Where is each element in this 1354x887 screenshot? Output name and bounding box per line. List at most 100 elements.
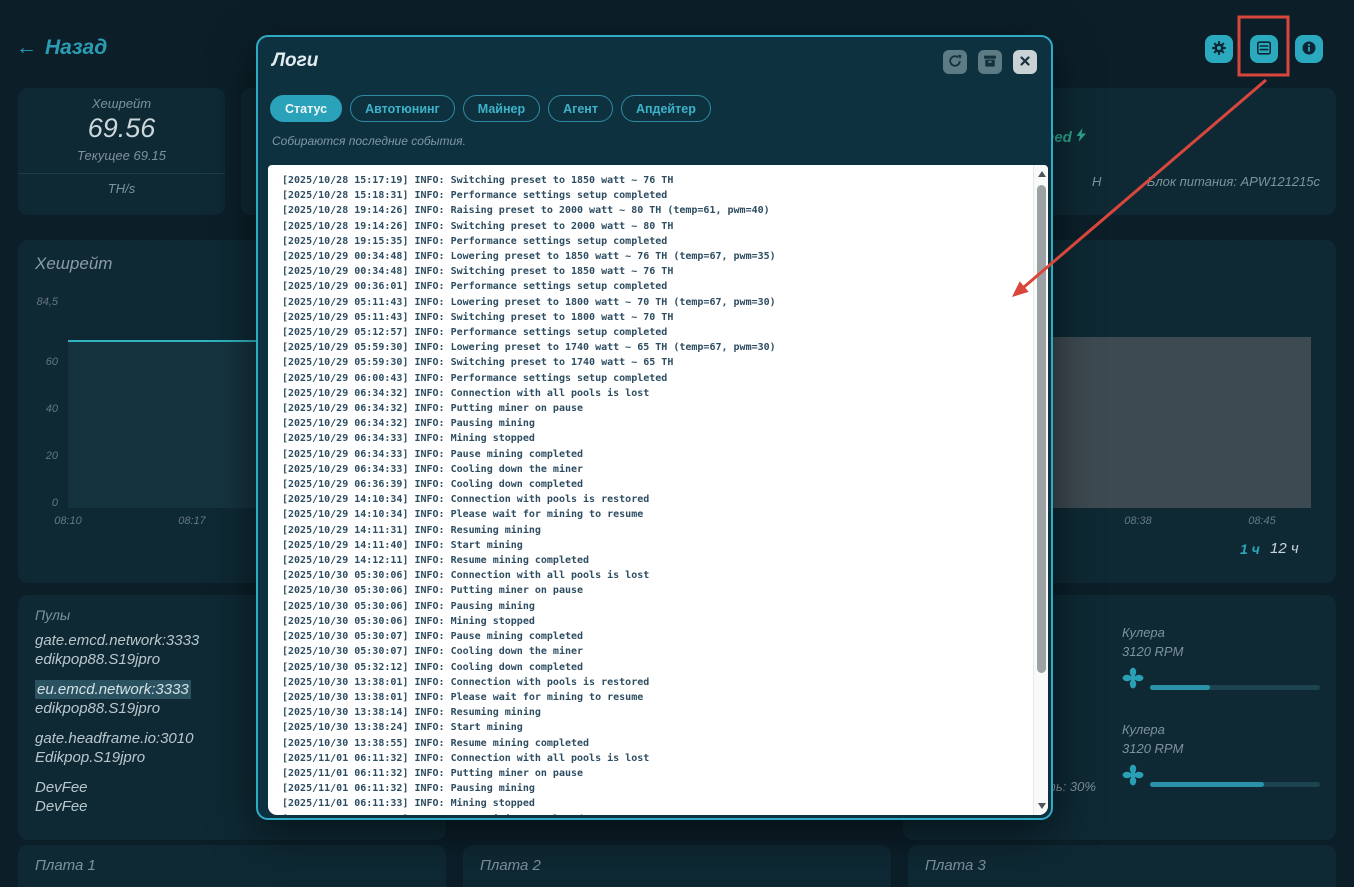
log-panel[interactable]: [2025/10/28 15:17:19] INFO: Switching pr… xyxy=(268,165,1048,815)
info-button[interactable] xyxy=(1295,35,1323,63)
log-tab[interactable]: Апдейтер xyxy=(620,95,711,122)
log-line: [2025/10/29 06:34:33] INFO: Mining stopp… xyxy=(282,433,535,445)
board-card: Плата 1 xyxy=(18,845,446,887)
log-line: [2025/10/29 06:34:33] INFO: Cooling down… xyxy=(282,463,584,475)
th-fragment: H xyxy=(1092,174,1102,189)
board-label: Плата 2 xyxy=(480,857,541,874)
log-line: [2025/10/29 14:11:40] INFO: Start mining xyxy=(282,539,523,551)
log-line: [2025/10/29 05:12:57] INFO: Performance … xyxy=(282,327,668,339)
log-tab-label: Апдейтер xyxy=(635,101,696,116)
log-line: [2025/10/29 14:11:31] INFO: Resuming min… xyxy=(282,524,541,536)
log-line: [2025/10/29 14:10:34] INFO: Connection w… xyxy=(282,494,650,506)
log-line: [2025/10/30 05:32:12] INFO: Cooling down… xyxy=(282,661,584,673)
log-line: [2025/10/29 00:36:01] INFO: Performance … xyxy=(282,281,668,293)
close-icon xyxy=(1019,55,1031,70)
log-line: [2025/10/28 15:17:19] INFO: Switching pr… xyxy=(282,175,674,186)
log-tab[interactable]: Автотюнинг xyxy=(350,95,455,122)
log-line: [2025/10/28 19:14:26] INFO: Raising pres… xyxy=(282,205,770,217)
refresh-icon xyxy=(948,54,962,71)
log-line: [2025/10/29 00:34:48] INFO: Switching pr… xyxy=(282,266,674,278)
board-label: Плата 3 xyxy=(925,857,986,874)
settings-button[interactable] xyxy=(1205,35,1233,63)
log-line: [2025/10/29 06:36:39] INFO: Cooling down… xyxy=(282,479,584,491)
lightning-icon xyxy=(1076,128,1087,146)
x-tick-label: 08:45 xyxy=(1248,515,1276,527)
log-line: [2025/10/30 13:38:01] INFO: Please wait … xyxy=(282,691,644,703)
miner-dashboard: ← Назад Хешрейт 69.56 Текущее 69.15 TH/s… xyxy=(0,0,1354,887)
back-link[interactable]: ← Назад xyxy=(16,36,107,60)
cooler-label: Кулера xyxy=(1122,722,1165,737)
fan-speed-bar xyxy=(1150,782,1320,787)
modal-title: Логи xyxy=(272,50,319,71)
log-line: [2025/10/30 05:30:06] INFO: Mining stopp… xyxy=(282,615,535,627)
log-line: [2025/11/01 06:11:33] INFO: Mining stopp… xyxy=(282,798,535,810)
y-tick-label: 0 xyxy=(51,497,58,509)
log-line: [2025/10/30 13:38:24] INFO: Start mining xyxy=(282,722,523,734)
log-tab-label: Автотюнинг xyxy=(365,101,440,116)
board-card: Плата 3 xyxy=(908,845,1336,887)
back-label: Назад xyxy=(45,36,108,59)
log-lines: [2025/10/28 15:17:19] INFO: Switching pr… xyxy=(268,165,1032,815)
log-line: [2025/10/30 05:30:07] INFO: Pause mining… xyxy=(282,631,584,643)
log-line: [2025/10/29 06:34:32] INFO: Putting mine… xyxy=(282,403,584,415)
chart-area-fill-left xyxy=(68,340,256,508)
boards-row: Плата 1 Плата 2 Плата 3 xyxy=(18,845,1336,887)
log-line: [2025/10/29 05:11:43] INFO: Switching pr… xyxy=(282,311,674,323)
cooler-item: Кулера 3120 RPM xyxy=(1122,625,1322,694)
log-line: [2025/10/29 14:10:34] INFO: Please wait … xyxy=(282,509,644,521)
scrollbar[interactable] xyxy=(1033,165,1048,815)
board-card: Плата 2 xyxy=(463,845,891,887)
hashrate-unit: TH/s xyxy=(107,181,136,196)
log-caption: Собираются последние события. xyxy=(272,134,466,148)
refresh-button[interactable] xyxy=(943,50,967,74)
log-line: [2025/10/29 06:00:43] INFO: Performance … xyxy=(282,372,668,384)
log-tab[interactable]: Майнер xyxy=(462,95,541,122)
scrollbar-up-arrow[interactable] xyxy=(1034,167,1048,181)
log-line: [2025/11/01 06:11:32] INFO: Putting mine… xyxy=(282,767,584,779)
log-line: [2025/10/29 06:34:33] INFO: Pause mining… xyxy=(282,448,584,460)
chart-area-fill-right xyxy=(1053,337,1311,508)
logs-button[interactable] xyxy=(1250,35,1278,63)
y-tick-label: 84,5 xyxy=(36,296,58,308)
fan-speed-bar-fill xyxy=(1150,685,1210,690)
log-line: [2025/10/29 05:59:30] INFO: Switching pr… xyxy=(282,357,674,369)
chart-title: Хешрейт xyxy=(35,254,113,273)
log-line: [2025/10/29 06:34:32] INFO: Pausing mini… xyxy=(282,418,535,430)
y-tick-label: 60 xyxy=(45,356,58,368)
cooler-rpm: 3120 RPM xyxy=(1122,741,1184,756)
log-tab[interactable]: Статус xyxy=(270,95,343,122)
close-button[interactable] xyxy=(1013,50,1037,74)
range-button-12h[interactable]: 12 ч xyxy=(1270,540,1299,557)
hashrate-value: 69.56 xyxy=(87,113,156,143)
log-list-icon xyxy=(1256,40,1272,59)
log-tab-label: Статус xyxy=(285,101,328,116)
fan-speed-bar xyxy=(1150,685,1320,690)
board-label: Плата 1 xyxy=(35,857,96,874)
download-logs-button[interactable] xyxy=(978,50,1002,74)
scrollbar-down-arrow[interactable] xyxy=(1034,799,1048,813)
log-line: [2025/10/29 14:12:11] INFO: Resume minin… xyxy=(282,555,590,567)
x-tick-label: 08:38 xyxy=(1124,515,1152,527)
range-button-1h[interactable]: 1 ч xyxy=(1240,541,1260,557)
log-line: [2025/10/29 05:59:30] INFO: Lowering pre… xyxy=(282,342,776,354)
log-line: [2025/10/30 13:38:55] INFO: Resume minin… xyxy=(282,737,590,749)
scrollbar-thumb[interactable] xyxy=(1037,185,1046,673)
log-line: [2025/10/30 05:30:06] INFO: Pausing mini… xyxy=(282,600,535,612)
hashrate-title: Хешрейт xyxy=(91,96,152,111)
gear-icon xyxy=(1211,40,1227,59)
x-tick-label: 08:17 xyxy=(178,515,206,527)
log-line: [2025/10/28 15:18:31] INFO: Performance … xyxy=(282,190,668,202)
log-line: [2025/10/29 00:34:48] INFO: Lowering pre… xyxy=(282,251,776,263)
fan-icon xyxy=(1122,764,1144,791)
log-line: [2025/10/30 13:38:14] INFO: Resuming min… xyxy=(282,707,541,719)
info-icon xyxy=(1301,40,1317,59)
hashrate-summary-card: Хешрейт 69.56 Текущее 69.15 TH/s xyxy=(18,88,225,215)
log-line: [2025/11/01 06:11:42] INFO: Pause mining… xyxy=(282,812,1032,815)
log-tab[interactable]: Агент xyxy=(548,95,613,122)
log-line: [2025/10/30 05:30:06] INFO: Connection w… xyxy=(282,570,650,582)
cooler-rpm: 3120 RPM xyxy=(1122,644,1184,659)
y-tick-label: 20 xyxy=(45,450,58,462)
psu-label: Блок питания: APW121215c xyxy=(1146,174,1320,189)
log-line: [2025/11/01 06:11:32] INFO: Connection w… xyxy=(282,752,650,764)
pools-title: Пулы xyxy=(35,607,71,623)
